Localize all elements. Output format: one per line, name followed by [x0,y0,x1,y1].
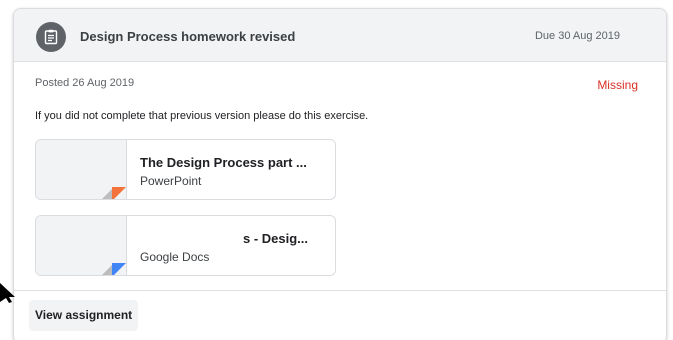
attachment-powerpoint[interactable]: The Design Process part ... PowerPoint [35,139,336,200]
google-docs-file-icon [112,263,126,275]
posted-date: Posted 26 Aug 2019 [35,77,135,89]
status-badge: Missing [597,78,638,92]
powerpoint-file-icon [112,187,126,199]
attachment-type: Google Docs [140,250,210,264]
card-divider [14,290,666,291]
mouse-cursor-icon [0,283,15,303]
view-assignment-button[interactable]: View assignment [29,300,139,331]
page: Design Process homework revised Due 30 A… [0,0,673,340]
attachment-type: PowerPoint [140,174,202,188]
assignment-icon [36,22,66,52]
file-fold-shadow [100,263,114,275]
assignment-title: Design Process homework revised [80,29,296,44]
attachment-title: The Design Process part ... [140,155,307,170]
file-fold-shadow [100,187,114,199]
attachment-google-docs[interactable]: s - Desig... Google Docs [35,215,336,276]
assignment-card: Design Process homework revised Due 30 A… [13,8,667,340]
assignment-description: If you did not complete that previous ve… [35,110,369,122]
attachment-thumbnail [36,140,127,199]
attachment-thumbnail [36,216,127,275]
assignment-header[interactable]: Design Process homework revised Due 30 A… [14,9,666,62]
attachment-title: s - Desig... [243,231,309,246]
due-date: Due 30 Aug 2019 [534,30,620,42]
